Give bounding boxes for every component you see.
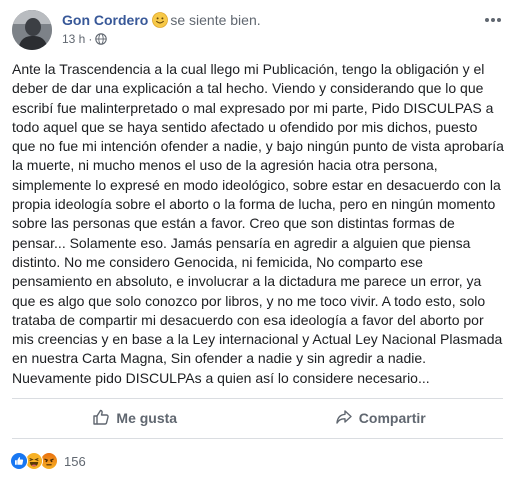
post-body-line: que es algo que solo conozco por libros,… bbox=[12, 292, 486, 309]
thumbs-up-icon bbox=[92, 408, 116, 429]
post-body-line: escribí fue malinterpretado o mal expres… bbox=[12, 99, 494, 116]
post-body-line: Ante la Trascendencia a la cual llego mi… bbox=[12, 61, 485, 77]
post-body-line: Nuevamente pido DISCULPAs a quien así lo… bbox=[12, 369, 430, 386]
like-button[interactable]: Me gusta bbox=[12, 402, 258, 434]
author-name[interactable]: Gon Cordero bbox=[62, 12, 148, 28]
post-meta: 13 h · bbox=[62, 32, 108, 46]
post-body-line: simplemente lo expresé en modo ideológic… bbox=[12, 176, 501, 193]
post-body-line: en nuestra Carta Magna, Sin ofender a na… bbox=[12, 350, 427, 367]
smiling-face-icon bbox=[152, 12, 169, 28]
meta-separator: · bbox=[88, 32, 93, 46]
post-body-line: que no fue mi intención ofender a nadie,… bbox=[12, 138, 504, 155]
divider bbox=[12, 398, 503, 399]
post-body-line: pensamiento en absoluto, e involucrar a … bbox=[12, 273, 482, 290]
post-body-line: todo aquel que se haya sentido afectado … bbox=[12, 118, 478, 135]
post-body-line: sobre las personas que están a favor. Cr… bbox=[12, 215, 455, 232]
like-reaction-icon bbox=[10, 452, 28, 470]
more-options-icon[interactable] bbox=[481, 12, 505, 28]
reactions-summary[interactable]: 156 bbox=[10, 452, 86, 470]
post-header: Gon Cordero se siente bien. 13 h · bbox=[12, 10, 505, 54]
post-body-line: deber de dar una explicación a tal hecho… bbox=[12, 80, 484, 97]
facebook-post: Gon Cordero se siente bien. 13 h · Ante la… bbox=[0, 0, 515, 480]
author-line: Gon Cordero se siente bien. bbox=[62, 12, 261, 28]
post-body-line: pensar... Solamente eso. Jamás pensaría … bbox=[12, 234, 471, 251]
share-label: Compartir bbox=[358, 410, 426, 426]
post-body-line: trataba de compartir mi desacuerdo con e… bbox=[12, 311, 484, 328]
post-body-line: la muerte, ni mucho menos el uso de la a… bbox=[12, 157, 438, 174]
globe-icon[interactable] bbox=[95, 33, 108, 45]
post-body-line: mis creencias y en base a la Ley interna… bbox=[12, 331, 503, 348]
post-body: Ante la Trascendencia a la cual llego mi… bbox=[12, 60, 504, 388]
post-actions: Me gusta Compartir bbox=[12, 402, 503, 434]
reaction-count[interactable]: 156 bbox=[64, 454, 86, 469]
divider bbox=[12, 438, 503, 439]
feeling-text: se siente bien. bbox=[170, 12, 261, 28]
post-body-line: distinto. No me considero Genocida, ni f… bbox=[12, 253, 423, 270]
share-arrow-icon bbox=[335, 408, 359, 429]
share-button[interactable]: Compartir bbox=[258, 402, 504, 434]
post-body-line: propia ideología sobre el aborto o la fo… bbox=[12, 196, 496, 213]
post-timestamp[interactable]: 13 h bbox=[62, 32, 85, 46]
like-label: Me gusta bbox=[116, 410, 178, 426]
avatar[interactable] bbox=[12, 10, 52, 50]
